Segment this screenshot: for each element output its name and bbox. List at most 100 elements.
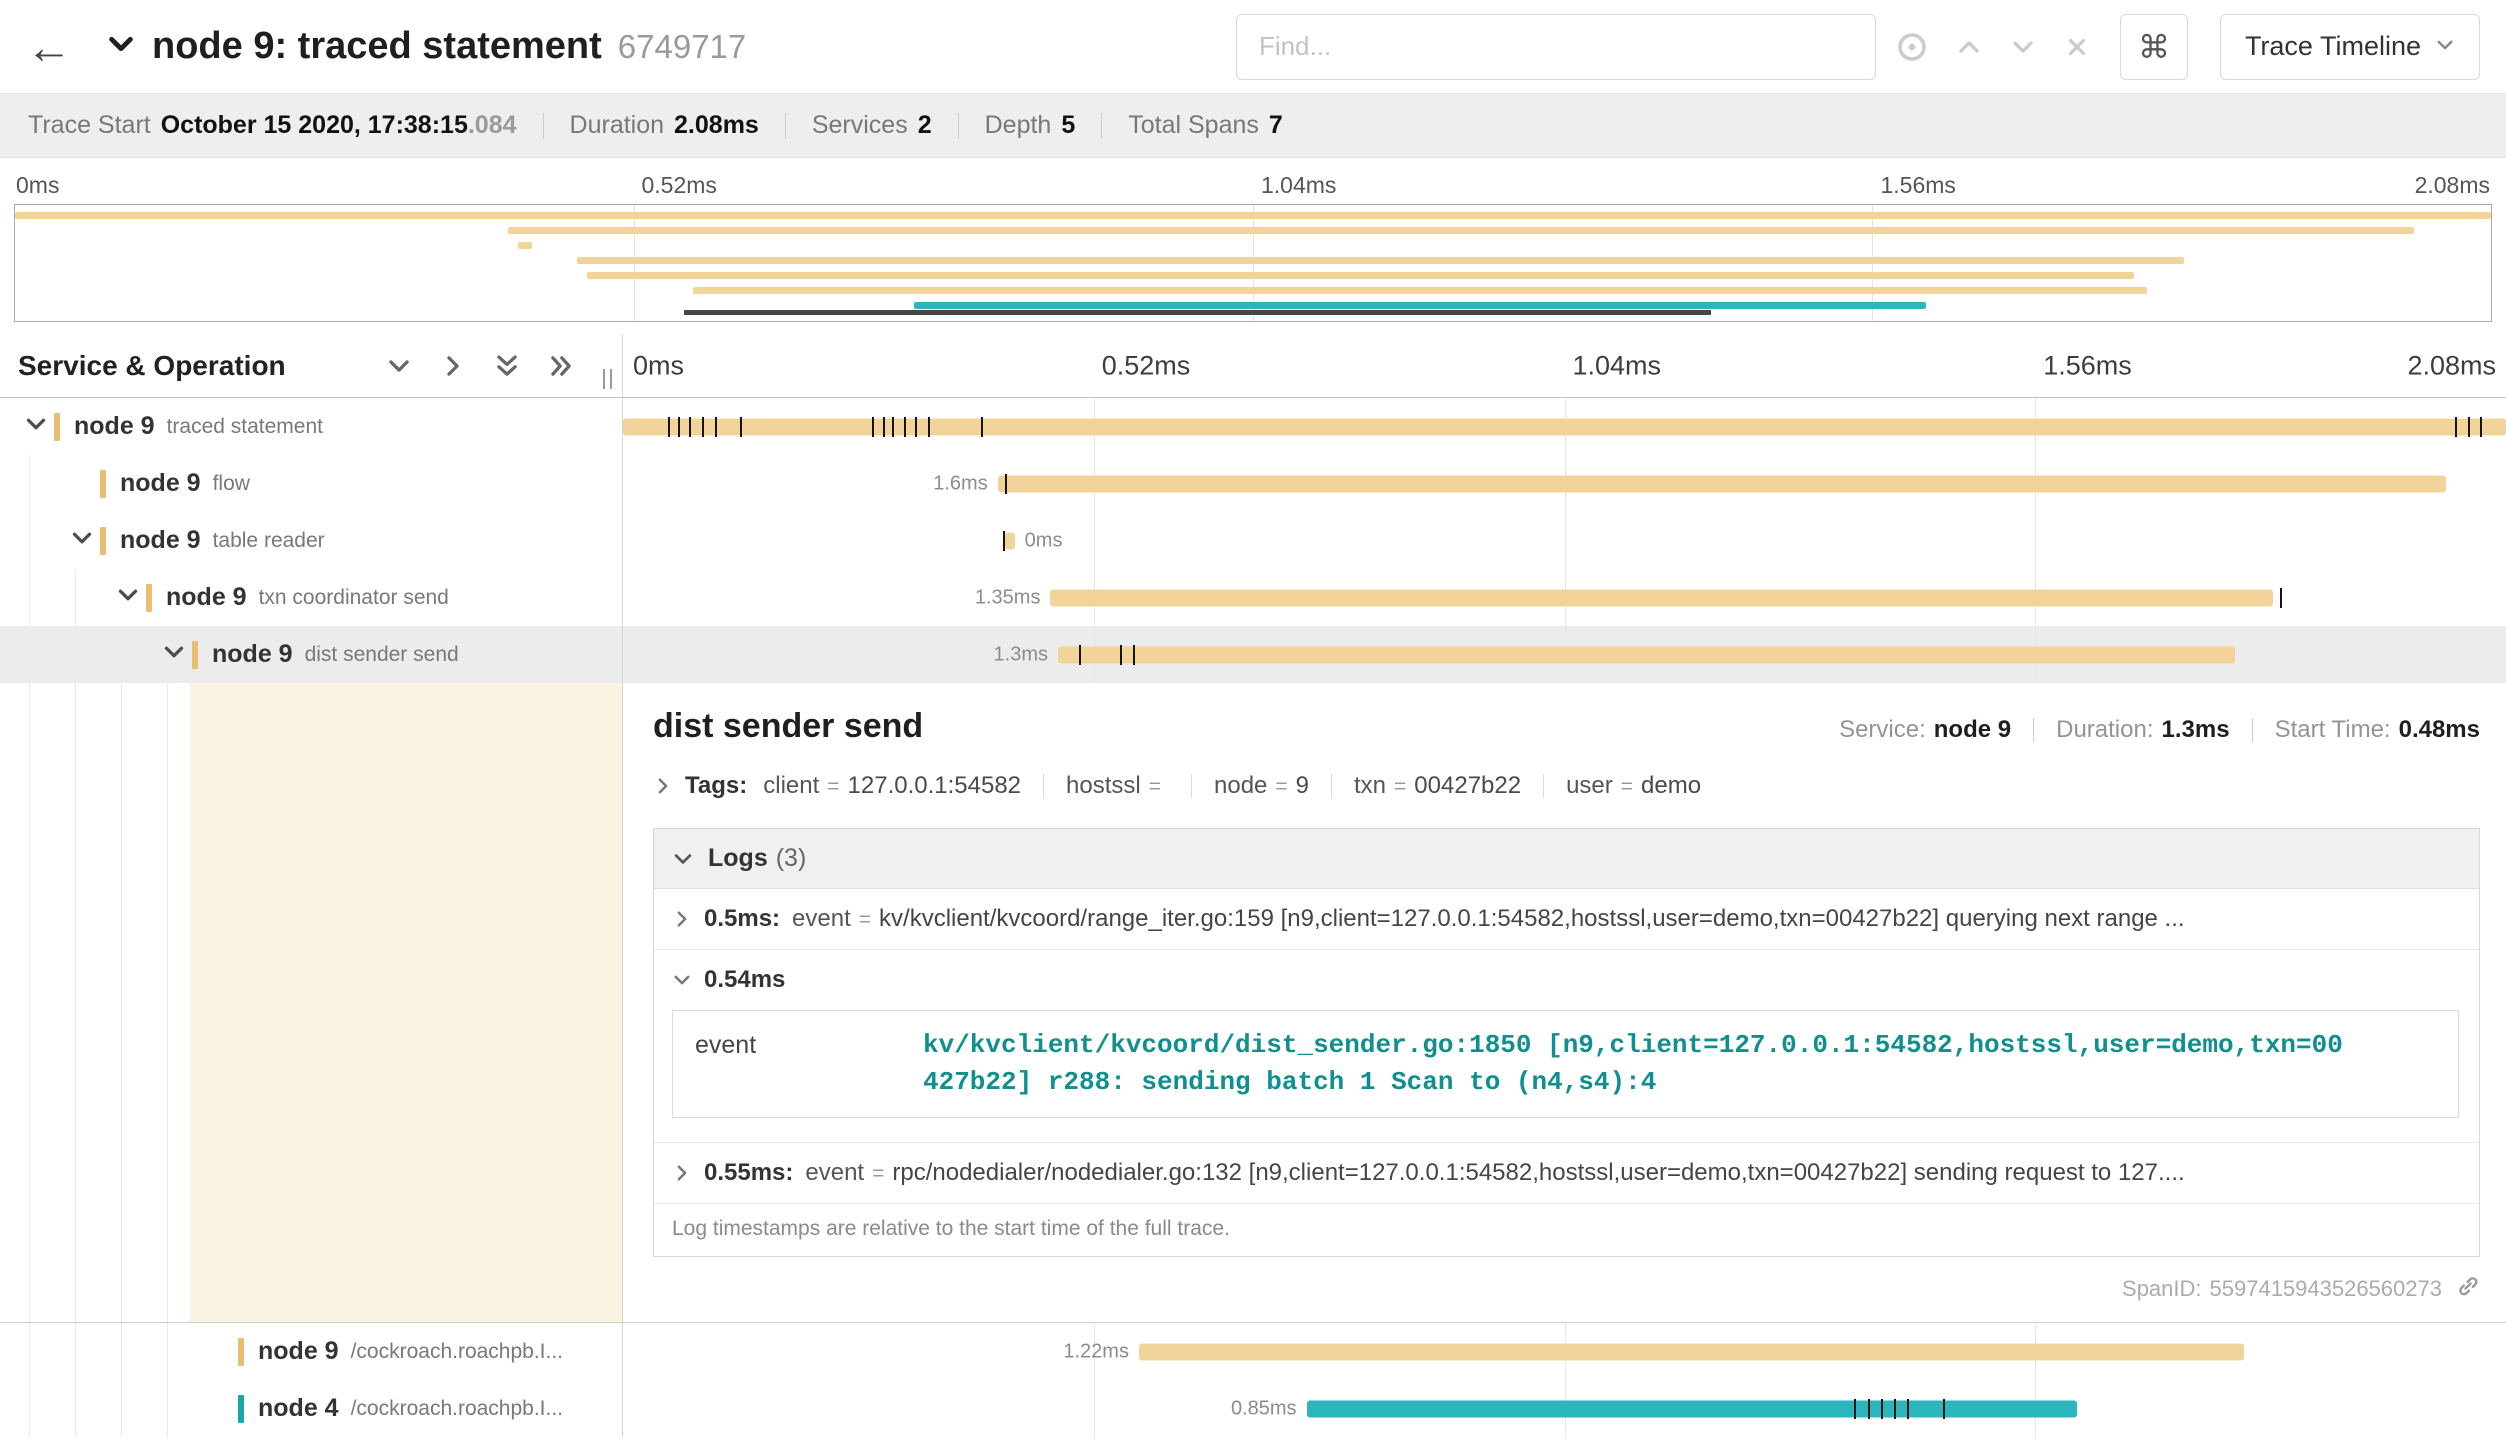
span-expander[interactable] [106,583,140,612]
expand-all-icon[interactable] [548,353,574,379]
trace-view-selector[interactable]: Trace Timeline [2220,14,2480,80]
span-row[interactable]: node 9table reader0ms [0,512,2506,569]
span-color-swatch [100,470,106,498]
indent-guide [75,683,76,1322]
collapse-all-icon[interactable] [494,353,520,379]
span-log-tick [689,417,691,437]
span-row-timeline[interactable]: 0.85ms [623,1380,2506,1437]
span-row[interactable]: node 9txn coordinator send1.35ms [0,569,2506,626]
trace-name: node 9: traced statement [152,25,602,68]
summary-value: 7 [1269,111,1283,140]
log-entry[interactable]: 0.54mseventkv/kvclient/kvcoord/dist_send… [654,949,2479,1142]
log-entry-line[interactable]: 0.55ms:event=rpc/nodedialer/nodedialer.g… [672,1159,2461,1187]
meta-divider [2033,718,2034,742]
span-row-label[interactable]: node 9traced statement [0,398,623,455]
service-operation-header: Service & Operation [18,350,286,382]
span-row[interactable]: node 9traced statement [0,398,2506,455]
prev-match-icon[interactable] [1956,34,1982,60]
span-log-tick [1079,645,1081,665]
span-row-timeline[interactable]: 1.6ms [623,455,2506,512]
detail-meta-label: Service: [1839,716,1926,744]
tag-key: client [763,772,819,800]
log-field-key: event [673,1011,903,1117]
next-match-icon[interactable] [2010,34,2036,60]
span-operation-name: flow [213,472,250,496]
keyboard-shortcuts-button[interactable]: ⌘ [2120,14,2188,80]
trace-collapse-icon[interactable] [106,29,136,64]
span-row-label[interactable]: node 9flow [0,455,623,512]
span-duration-bar[interactable] [1058,646,2235,663]
tag-divider [1543,774,1544,798]
span-row-label[interactable]: node 9dist sender send [0,626,623,683]
summary-value: 5 [1061,111,1075,140]
span-log-tick [1868,1399,1870,1419]
span-row-timeline[interactable]: 0ms [623,512,2506,569]
collapse-one-icon[interactable] [386,353,412,379]
span-duration-bar[interactable] [1139,1343,2244,1360]
detail-meta-item: Service:node 9 [1839,716,2011,744]
span-expander[interactable] [152,640,186,669]
minimap-canvas[interactable] [14,204,2492,322]
span-duration-bar[interactable] [998,475,2446,492]
timeline-header: Service & Operation 0ms0.52ms1.04ms1.56m… [0,334,2506,398]
span-row[interactable]: node 9flow1.6ms [0,455,2506,512]
log-timestamp: 0.55ms: [704,1159,793,1187]
span-row-label[interactable]: node 9/cockroach.roachpb.I... [0,1323,623,1380]
column-resizer[interactable] [603,369,612,389]
span-duration-bar[interactable] [1005,532,1014,549]
tag-value: 127.0.0.1:54582 [848,772,1022,800]
span-row[interactable]: node 4/cockroach.roachpb.I...0.85ms [0,1380,2506,1437]
span-row-timeline[interactable]: 1.35ms [623,569,2506,626]
span-log-tick [2468,417,2470,437]
indent-guide [75,569,76,626]
span-row-timeline[interactable] [623,398,2506,455]
clear-find-icon[interactable] [2064,34,2090,60]
span-row[interactable]: node 9/cockroach.roachpb.I... 1.22ms [0,1323,2506,1380]
span-color-swatch [146,584,152,612]
span-color-swatch [54,413,60,441]
tags-label: Tags: [685,772,747,800]
span-duration-bar[interactable] [1050,589,2272,606]
minimap-span-bar [577,257,2184,264]
tags-section[interactable]: Tags: client=127.0.0.1:54582hostssl=node… [653,772,2480,800]
link-icon[interactable] [2456,1274,2480,1304]
chevron-right-icon [653,776,673,796]
log-entry[interactable]: 0.55ms:event=rpc/nodedialer/nodedialer.g… [654,1142,2479,1203]
expand-one-icon[interactable] [440,353,466,379]
chevron-down-icon [162,640,186,669]
span-duration-label: 1.22ms [1063,1340,1129,1363]
span-log-tick [872,417,874,437]
span-log-tick [1894,1399,1896,1419]
time-tick-label: 2.08ms [2415,172,2490,199]
indent-guide [75,1323,76,1380]
find-input[interactable] [1236,14,1876,80]
timeline-collapser [386,353,574,379]
back-button[interactable]: ← [26,24,72,70]
span-row-label[interactable]: node 9table reader [0,512,623,569]
span-row-label[interactable]: node 4/cockroach.roachpb.I... [0,1380,623,1437]
log-field-value: kv/kvclient/kvcoord/range_iter.go:159 [n… [879,905,2461,933]
chevron-right-icon [672,1163,692,1183]
log-timestamp: 0.54ms [704,966,785,994]
span-expander[interactable] [60,526,94,555]
focus-matches-icon[interactable] [1896,31,1928,63]
page-title: node 9: traced statement 6749717 [152,25,746,68]
span-row-timeline[interactable]: 1.3ms [623,626,2506,683]
logs-header[interactable]: Logs (3) [654,829,2479,889]
span-row[interactable]: node 9dist sender send1.3ms [0,626,2506,683]
log-entry[interactable]: 0.5ms:event=kv/kvclient/kvcoord/range_it… [654,889,2479,949]
time-tick-label: 1.56ms [2043,350,2132,381]
trace-id: 6749717 [618,28,746,66]
log-entry-line[interactable]: 0.54ms [672,966,2461,994]
log-entry-line[interactable]: 0.5ms:event=kv/kvclient/kvcoord/range_it… [672,905,2461,933]
span-row-label[interactable]: node 9txn coordinator send [0,569,623,626]
span-tag: hostssl= [1066,772,1169,800]
span-operation-name: table reader [213,529,325,553]
span-expander[interactable] [14,412,48,441]
span-duration-bar[interactable] [1307,1400,2077,1417]
tag-divider [1331,774,1332,798]
span-log-tick [904,417,906,437]
span-log-tick [915,417,917,437]
span-row-timeline[interactable]: 1.22ms [623,1323,2506,1380]
summary-value: October 15 2020, 17:38:15 [161,111,468,140]
